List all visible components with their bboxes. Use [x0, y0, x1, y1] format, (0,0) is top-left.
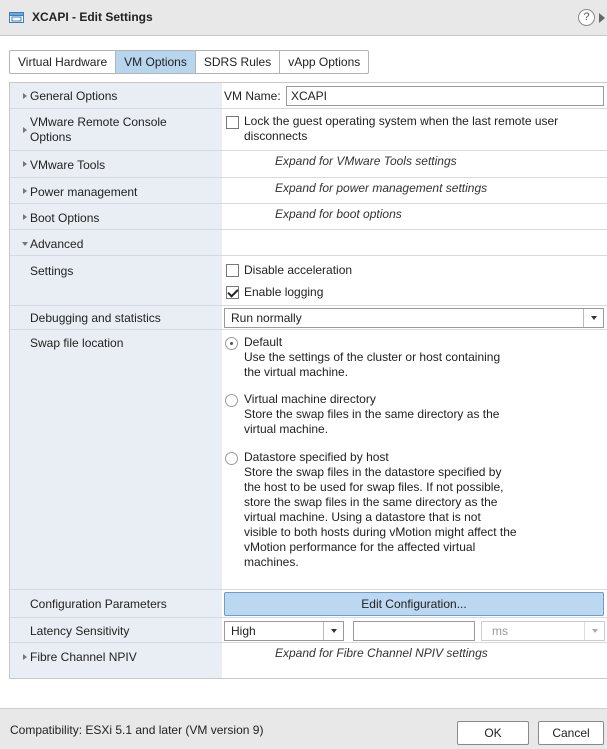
expand-arrow-icon[interactable]	[23, 93, 27, 99]
chevron-down-icon[interactable]	[584, 622, 604, 640]
swap-datastore-desc: store the swap files in the same directo…	[244, 495, 498, 509]
debugging-select[interactable]: Run normally	[224, 308, 604, 328]
vm-icon	[9, 12, 24, 23]
dialog-title: XCAPI - Edit Settings	[32, 10, 153, 24]
latency-sensitivity-label: Latency Sensitivity	[30, 624, 130, 638]
power-management-hint: Expand for power management settings	[275, 181, 488, 195]
tab-sdrs-rules[interactable]: SDRS Rules	[195, 50, 281, 74]
tab-vapp-options[interactable]: vApp Options	[280, 50, 370, 74]
row-power-management: Power management Expand for power manage…	[10, 178, 607, 204]
lock-line1: Lock the guest operating system when the…	[244, 114, 559, 128]
swap-datastore-title: Datastore specified by host	[244, 450, 389, 464]
tab-bar: Virtual Hardware VM Options SDRS Rules v…	[9, 50, 370, 74]
swap-datastore-radio[interactable]	[225, 452, 238, 465]
debugging-value: Run normally	[231, 311, 302, 325]
row-debugging: Debugging and statistics Run normally	[10, 306, 607, 330]
swap-datastore-desc: virtual machine. Using a datastore that …	[244, 510, 481, 524]
lock-guest-checkbox[interactable]	[226, 116, 239, 129]
cancel-button[interactable]: Cancel	[538, 721, 604, 745]
swap-datastore-desc: the host to be used for swap files. If n…	[244, 480, 504, 494]
disable-acceleration-label: Disable acceleration	[244, 263, 353, 277]
row-boot-options: Boot Options Expand for boot options	[10, 204, 607, 230]
settings-label: Settings	[30, 264, 74, 278]
vm-name-input[interactable]: XCAPI	[286, 86, 604, 106]
row-general-options: General Options VM Name: XCAPI	[10, 83, 607, 109]
enable-logging-label: Enable logging	[244, 285, 324, 299]
collapse-arrow-icon[interactable]	[22, 242, 28, 246]
vmrc-label-line1: VMware Remote Console	[30, 115, 167, 129]
expand-arrow-icon[interactable]	[23, 188, 27, 194]
expand-arrow-icon[interactable]	[23, 214, 27, 220]
help-icon[interactable]: ?	[578, 9, 595, 26]
ok-button[interactable]: OK	[457, 721, 529, 745]
general-options-label[interactable]: General Options	[30, 89, 117, 103]
vmware-tools-label[interactable]: VMware Tools	[30, 158, 105, 172]
expand-right-icon[interactable]	[599, 13, 605, 23]
advanced-label[interactable]: Advanced	[30, 237, 83, 251]
swap-default-radio[interactable]	[225, 337, 238, 350]
expand-arrow-icon[interactable]	[23, 654, 27, 660]
lock-guest-label: Lock the guest operating system when the…	[244, 114, 558, 144]
enable-logging-checkbox[interactable]	[226, 286, 239, 299]
swap-default-text: Default Use the settings of the cluster …	[244, 335, 500, 380]
swap-default-title: Default	[244, 335, 283, 349]
boot-options-label[interactable]: Boot Options	[30, 211, 99, 225]
latency-unit-select[interactable]: ms	[481, 621, 605, 641]
expand-arrow-icon[interactable]	[23, 127, 27, 133]
latency-reservation-input[interactable]	[353, 621, 475, 641]
fibre-channel-hint: Expand for Fibre Channel NPIV settings	[275, 646, 488, 660]
latency-unit-value: ms	[492, 624, 508, 638]
vmrc-options-label[interactable]: VMware Remote Console Options	[30, 115, 167, 145]
expand-arrow-icon[interactable]	[23, 161, 27, 167]
dialog-titlebar: XCAPI - Edit Settings ?	[0, 0, 607, 36]
row-vmware-tools: VMware Tools Expand for VMware Tools set…	[10, 151, 607, 178]
lock-line2: disconnects	[244, 129, 308, 143]
row-latency-sensitivity: Latency Sensitivity High ms	[10, 618, 607, 643]
row-vmrc-options: VMware Remote Console Options Lock the g…	[10, 109, 607, 151]
boot-options-hint: Expand for boot options	[275, 207, 402, 221]
configuration-parameters-label: Configuration Parameters	[30, 597, 167, 611]
vm-name-label: VM Name:	[224, 89, 281, 103]
swap-datastore-desc: vMotion performance for the affected vir…	[244, 540, 476, 554]
row-advanced-settings: Settings Disable acceleration Enable log…	[10, 256, 607, 306]
vmware-tools-hint: Expand for VMware Tools settings	[275, 154, 457, 168]
swap-datastore-desc: Store the swap files in the datastore sp…	[244, 465, 502, 479]
chevron-down-icon[interactable]	[323, 622, 343, 640]
tab-virtual-hardware[interactable]: Virtual Hardware	[9, 50, 117, 74]
swap-vm-directory-desc: Store the swap files in the same directo…	[244, 407, 500, 421]
swap-vm-directory-radio[interactable]	[225, 394, 238, 407]
latency-select[interactable]: High	[224, 621, 344, 641]
settings-panel: General Options VM Name: XCAPI VMware Re…	[9, 82, 607, 679]
vmrc-label-line2: Options	[30, 130, 72, 144]
latency-value: High	[231, 624, 256, 638]
swap-vm-directory-desc: virtual machine.	[244, 422, 329, 436]
compatibility-text: Compatibility: ESXi 5.1 and later (VM ve…	[10, 723, 264, 737]
row-advanced: Advanced	[10, 230, 607, 256]
swap-default-desc: Use the settings of the cluster or host …	[244, 350, 501, 364]
tab-vm-options[interactable]: VM Options	[116, 50, 196, 74]
swap-datastore-desc: machines.	[244, 555, 299, 569]
swap-file-label: Swap file location	[30, 336, 124, 350]
power-management-label[interactable]: Power management	[30, 185, 137, 199]
debugging-label: Debugging and statistics	[30, 311, 161, 325]
swap-default-desc: the virtual machine.	[244, 365, 349, 379]
swap-datastore-desc: visible to both hosts during vMotion mig…	[244, 525, 517, 539]
edit-configuration-button[interactable]: Edit Configuration...	[224, 592, 604, 616]
disable-acceleration-checkbox[interactable]	[226, 264, 239, 277]
row-configuration-parameters: Configuration Parameters Edit Configurat…	[10, 590, 607, 618]
fibre-channel-label[interactable]: Fibre Channel NPIV	[30, 650, 137, 664]
dialog-footer: Compatibility: ESXi 5.1 and later (VM ve…	[0, 708, 607, 749]
chevron-down-icon[interactable]	[583, 309, 603, 327]
swap-vm-directory-text: Virtual machine directory Store the swap…	[244, 392, 499, 437]
row-swap-file-location: Swap file location Default Use the setti…	[10, 330, 607, 590]
swap-datastore-text: Datastore specified by host Store the sw…	[244, 450, 517, 570]
row-fibre-channel-npiv: Fibre Channel NPIV Expand for Fibre Chan…	[10, 643, 607, 669]
swap-vm-directory-title: Virtual machine directory	[244, 392, 376, 406]
